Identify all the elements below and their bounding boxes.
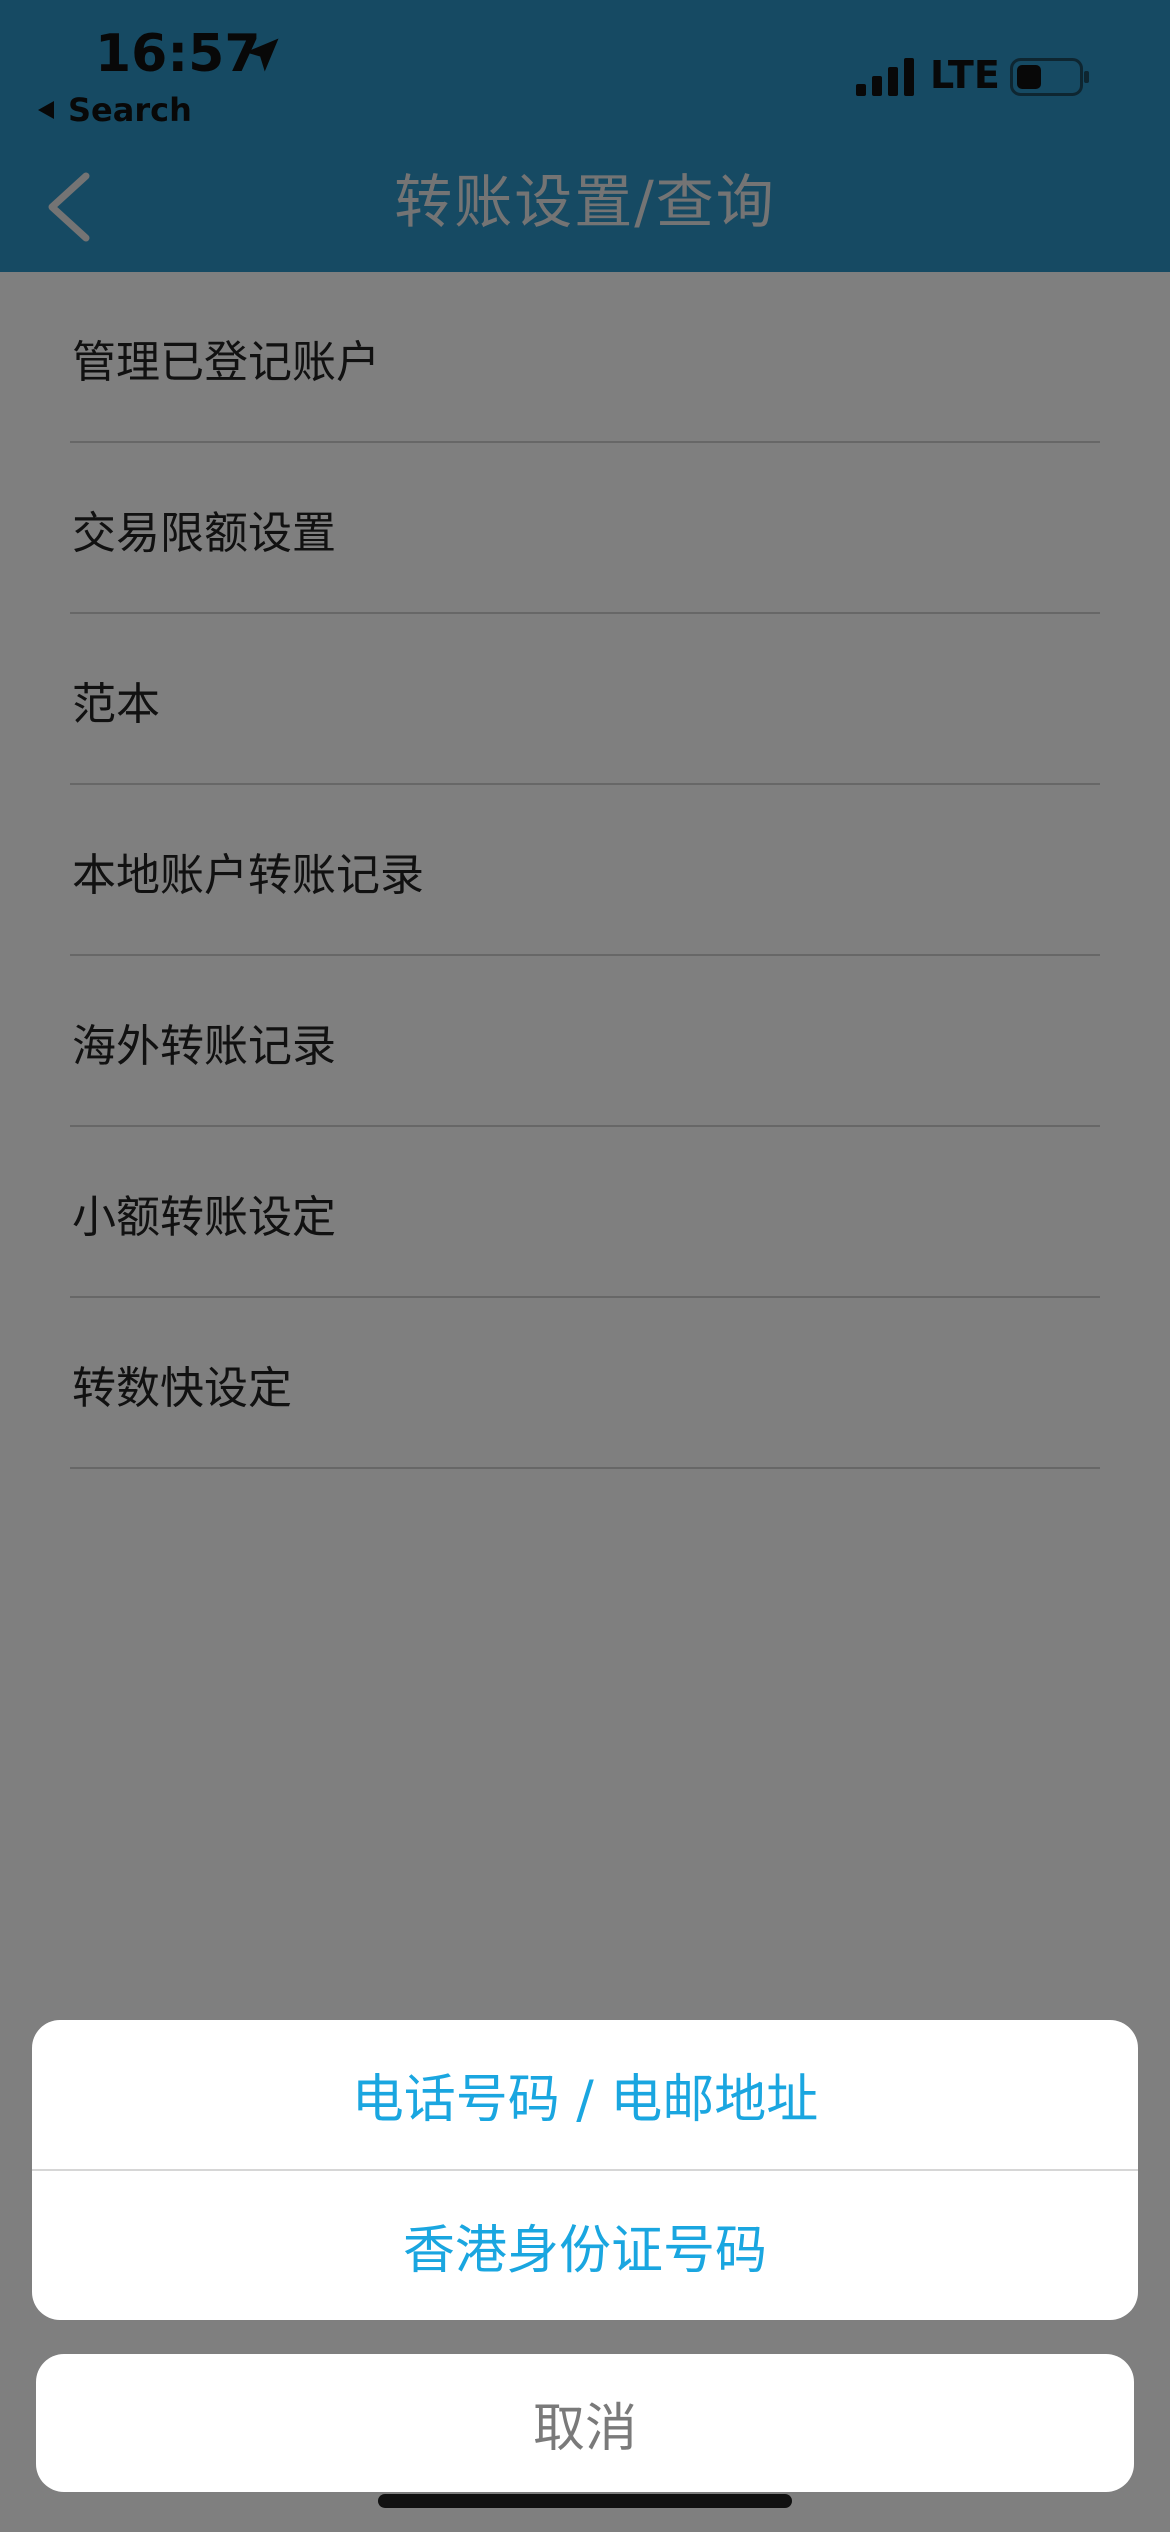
action-option-hkid[interactable]: 香港身份证号码: [32, 2171, 1138, 2320]
cancel-button[interactable]: 取消: [36, 2354, 1134, 2492]
home-indicator[interactable]: [378, 2494, 792, 2508]
action-option-phone-email[interactable]: 电话号码 / 电邮地址: [32, 2020, 1138, 2169]
action-sheet: 电话号码 / 电邮地址 香港身份证号码: [32, 2020, 1138, 2320]
